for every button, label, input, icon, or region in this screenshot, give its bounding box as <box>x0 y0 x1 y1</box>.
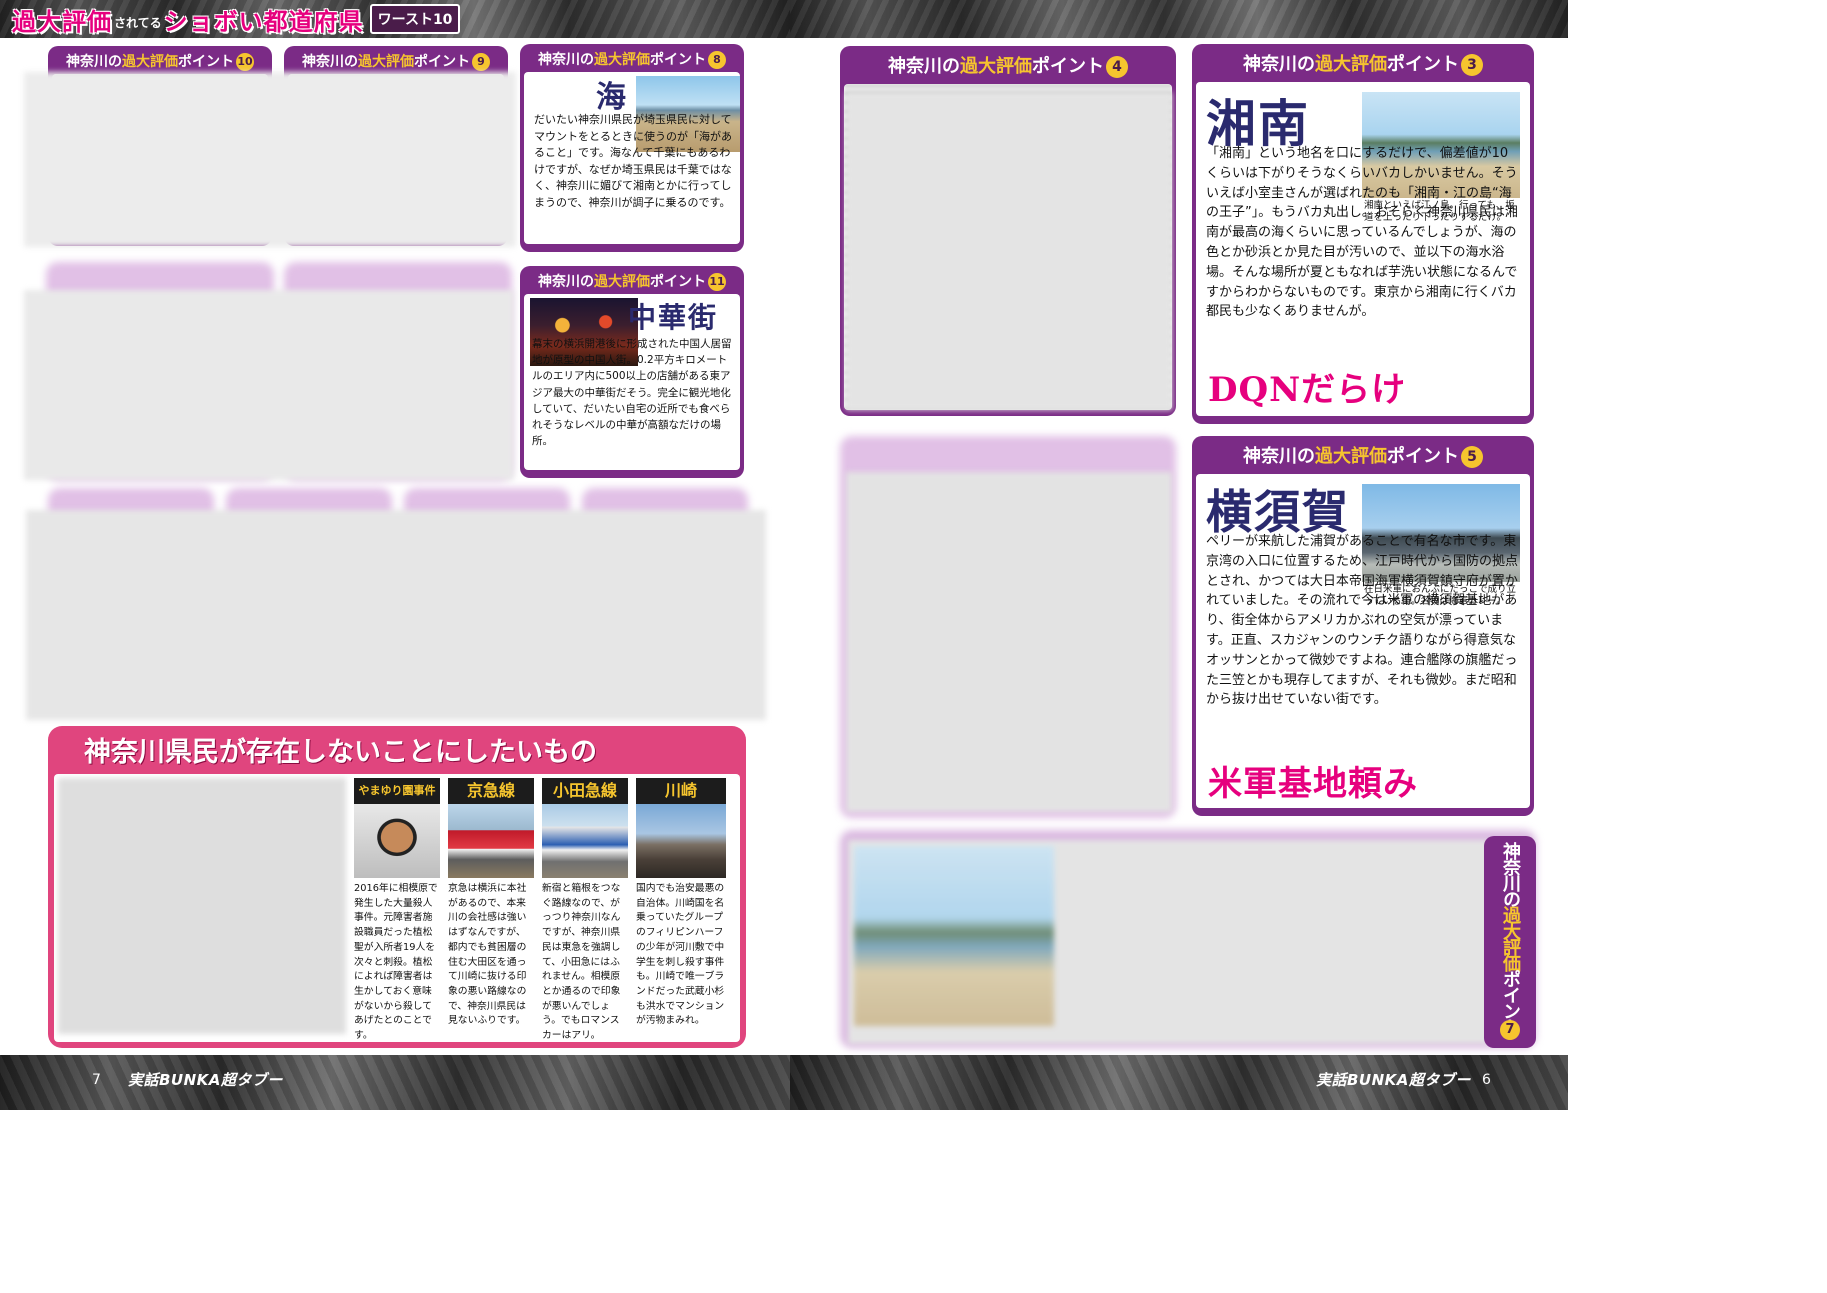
point-5-slogan: 米軍基地頼み <box>1208 764 1418 804</box>
page-header-title: 過大評価 されてる ショボい都道府県 ワースト10 <box>12 3 461 36</box>
point-9-header: 神奈川の過大評価ポイント 9 <box>288 50 504 74</box>
point-7-blurred-photo <box>854 846 1054 1026</box>
point-7-header-text: 神奈川の過大評価ポイント <box>1500 842 1521 1034</box>
blurred-region-mid-left <box>24 290 514 480</box>
point-4-header: 神奈川の過大評価ポイント 4 <box>844 50 1172 84</box>
point-3-slogan: DQNだらけ <box>1208 370 1407 410</box>
point-8-keyword: 海 <box>596 80 628 115</box>
point-5-number: 5 <box>1461 446 1483 468</box>
point-8-number: 8 <box>708 51 726 69</box>
title-part1: 過大評価 <box>12 7 112 36</box>
point-10-header: 神奈川の過大評価ポイント 10 <box>66 53 254 71</box>
point-11-body: 中華街 幕末の横浜開港後に形成された中国人居留地が原型の中国人街。0.2平方キロ… <box>524 294 740 470</box>
point-9-number: 9 <box>472 53 490 71</box>
left-page-number: 7 <box>92 1072 101 1088</box>
blurred-region-point-6 <box>846 472 1172 812</box>
title-small: されてる <box>114 16 162 30</box>
footer-band <box>0 1055 790 1110</box>
unwanted-things-panel: やまゆり園事件 2016年に相模原で発生した大量殺人事件。元障害者施設職員だった… <box>54 774 740 1042</box>
unwanted-things-title: 神奈川県民が存在しないことにしたいもの <box>84 737 597 768</box>
header-band <box>790 0 1568 38</box>
point-7-vertical-header: 神奈川の過大評価ポイント 7 <box>1484 836 1536 1048</box>
point-8-body-text: だいたい神奈川県民が埼玉県民に対してマウントをとるときに使うのが「海があること」… <box>534 113 732 209</box>
point-5-box: 神奈川の過大評価ポイント 5 横須賀 在日米軍におんぶにだっこで成り立っている街。… <box>1192 436 1534 816</box>
point-11-header: 神奈川の過大評価ポイント 11 <box>538 273 726 291</box>
person-photo <box>354 804 440 878</box>
blurred-region-point-4 <box>846 92 1172 410</box>
red-train-photo <box>448 804 534 878</box>
column-yamayuri: やまゆり園事件 2016年に相模原で発生した大量殺人事件。元障害者施設職員だった… <box>354 778 440 1041</box>
point-3-body-text: 「湘南」という地名を口にするだけで、偏差値が10くらいは下がりそうなくらいバカし… <box>1206 146 1518 320</box>
point-4-number: 4 <box>1106 56 1128 78</box>
column-odakyu-text: 新宿と箱根をつなぐ路線なので、がっつり神奈川なんですが、神奈川県民は東急を強調し… <box>542 883 621 1042</box>
point-3-number: 3 <box>1461 54 1483 76</box>
point-8-header: 神奈川の過大評価ポイント 8 <box>524 48 740 72</box>
point-5-header: 神奈川の過大評価ポイント 5 <box>1196 440 1530 474</box>
right-page: 神奈川の過大評価ポイント 4 神奈川の過大評価ポイント 3 湘南 湘南といえば江ノ島… <box>790 0 1568 1110</box>
factory-photo <box>636 804 726 878</box>
point-8-box: 神奈川の過大評価ポイント 8 海 だいたい神奈川県民が埼玉県民に対してマウントをと… <box>520 44 744 252</box>
blurred-columns <box>58 778 346 1034</box>
point-5-body: 横須賀 在日米軍におんぶにだっこで成り立っている街。名物は海軍カレー。 ペリーが… <box>1196 474 1530 808</box>
column-odakyu-head: 小田急線 <box>542 778 628 804</box>
column-keikyu: 京急線 京急は横浜に本社があるので、本来川の会社感は強いはずなんですが、都内でも… <box>448 778 534 1038</box>
point-11-body-text: 幕末の横浜開港後に形成された中国人居留地が原型の中国人街。0.2平方キロメートル… <box>532 338 732 448</box>
column-kawasaki: 川崎 国内でも治安最悪の自治体。川崎国を名乗っていたグループのフィリピンハーフの… <box>636 778 726 1038</box>
column-keikyu-head: 京急線 <box>448 778 534 804</box>
worst-badge: ワースト10 <box>369 4 461 34</box>
unwanted-things-section: 神奈川県民が存在しないことにしたいもの やまゆり園事件 2016年に相模原で発生… <box>48 726 746 1048</box>
blurred-region-third-row <box>26 510 766 720</box>
point-7-number: 7 <box>1500 1020 1520 1040</box>
column-yamayuri-head: やまゆり園事件 <box>354 778 440 804</box>
right-page-number: 6 <box>1482 1072 1491 1088</box>
column-yamayuri-text: 2016年に相模原で発生した大量殺人事件。元障害者施設職員だった植松聖が入所者1… <box>354 883 438 1042</box>
column-kawasaki-head: 川崎 <box>636 778 726 804</box>
column-keikyu-text: 京急は横浜に本社があるので、本来川の会社感は強いはずなんですが、都内でも貧困層の… <box>448 883 527 1027</box>
left-page: 過大評価 されてる ショボい都道府県 ワースト10 神奈川の過大評価ポイント 10… <box>0 0 790 1110</box>
point-10-number: 10 <box>236 53 254 71</box>
column-odakyu: 小田急線 新宿と箱根をつなぐ路線なので、がっつり神奈川なんですが、神奈川県民は東… <box>542 778 628 1041</box>
point-8-body: 海 だいたい神奈川県民が埼玉県民に対してマウントをとるときに使うのが「海があるこ… <box>524 72 740 244</box>
magazine-logo: 実話BUNKA超タブー <box>1316 1071 1471 1089</box>
point-11-box: 神奈川の過大評価ポイント 11 中華街 幕末の横浜開港後に形成された中国人居留地が… <box>520 266 744 478</box>
point-11-keyword: 中華街 <box>628 301 719 334</box>
column-kawasaki-text: 国内でも治安最悪の自治体。川崎国を名乗っていたグループのフィリピンハーフの少年が… <box>636 883 725 1027</box>
point-11-number: 11 <box>708 273 726 291</box>
point-3-body: 湘南 湘南といえば江ノ島。行っても、坂道を上ったり下ったりするだけ。 「湘南」と… <box>1196 82 1530 416</box>
blurred-region-top-left <box>24 72 516 247</box>
point-3-header: 神奈川の過大評価ポイント 3 <box>1196 48 1530 82</box>
point-5-body-text: ペリーが来航した浦賀があることで有名な市です。東京湾の入口に位置するため、江戸時… <box>1206 534 1519 708</box>
title-part2: ショボい都道府県 <box>163 7 364 36</box>
point-3-box: 神奈川の過大評価ポイント 3 湘南 湘南といえば江ノ島。行っても、坂道を上ったり下… <box>1192 44 1534 424</box>
magazine-logo: 実話BUNKA超タブー <box>128 1071 283 1089</box>
blue-train-photo <box>542 804 628 878</box>
